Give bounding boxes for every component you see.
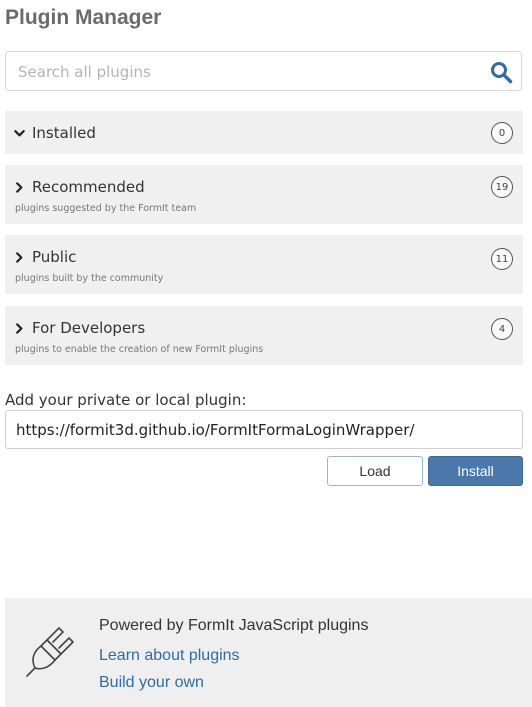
chevron-right-icon — [16, 322, 23, 334]
section-subtitle-public: plugins built by the community — [15, 273, 164, 284]
powered-by-text: Powered by FormIt JavaScript plugins — [99, 617, 369, 634]
section-subtitle-for-developers: plugins to enable the creation of new Fo… — [15, 344, 264, 355]
section-label-public: Public — [32, 248, 77, 266]
chevron-right-icon — [16, 251, 23, 263]
count-badge-for-developers: 4 — [491, 318, 513, 340]
page-title: Plugin Manager — [5, 6, 162, 29]
chevron-right-icon — [16, 181, 23, 193]
search-icon[interactable] — [489, 60, 513, 84]
section-label-recommended: Recommended — [32, 178, 145, 196]
section-public[interactable]: Public plugins built by the community 11 — [5, 235, 523, 294]
learn-about-plugins-link[interactable]: Learn about plugins — [99, 647, 240, 665]
count-badge-recommended: 19 — [491, 176, 513, 198]
count-badge-public: 11 — [491, 248, 513, 270]
count-badge-installed: 0 — [491, 122, 513, 144]
section-label-for-developers: For Developers — [32, 319, 146, 337]
plugin-url-input[interactable] — [5, 410, 523, 449]
search-input[interactable] — [6, 52, 480, 92]
build-your-own-link[interactable]: Build your own — [99, 674, 204, 692]
section-subtitle-recommended: plugins suggested by the FormIt team — [15, 203, 197, 214]
footer: Powered by FormIt JavaScript plugins Lea… — [5, 598, 532, 707]
search-box — [5, 51, 522, 92]
load-button[interactable]: Load — [327, 456, 423, 486]
chevron-down-icon — [14, 129, 25, 136]
add-plugin-label: Add your private or local plugin: — [5, 391, 247, 409]
section-installed[interactable]: Installed 0 — [5, 111, 523, 154]
plug-icon — [26, 627, 74, 677]
section-for-developers[interactable]: For Developers plugins to enable the cre… — [5, 306, 523, 365]
section-recommended[interactable]: Recommended plugins suggested by the For… — [5, 165, 523, 224]
section-label-installed: Installed — [32, 124, 96, 142]
install-button[interactable]: Install — [428, 456, 523, 486]
